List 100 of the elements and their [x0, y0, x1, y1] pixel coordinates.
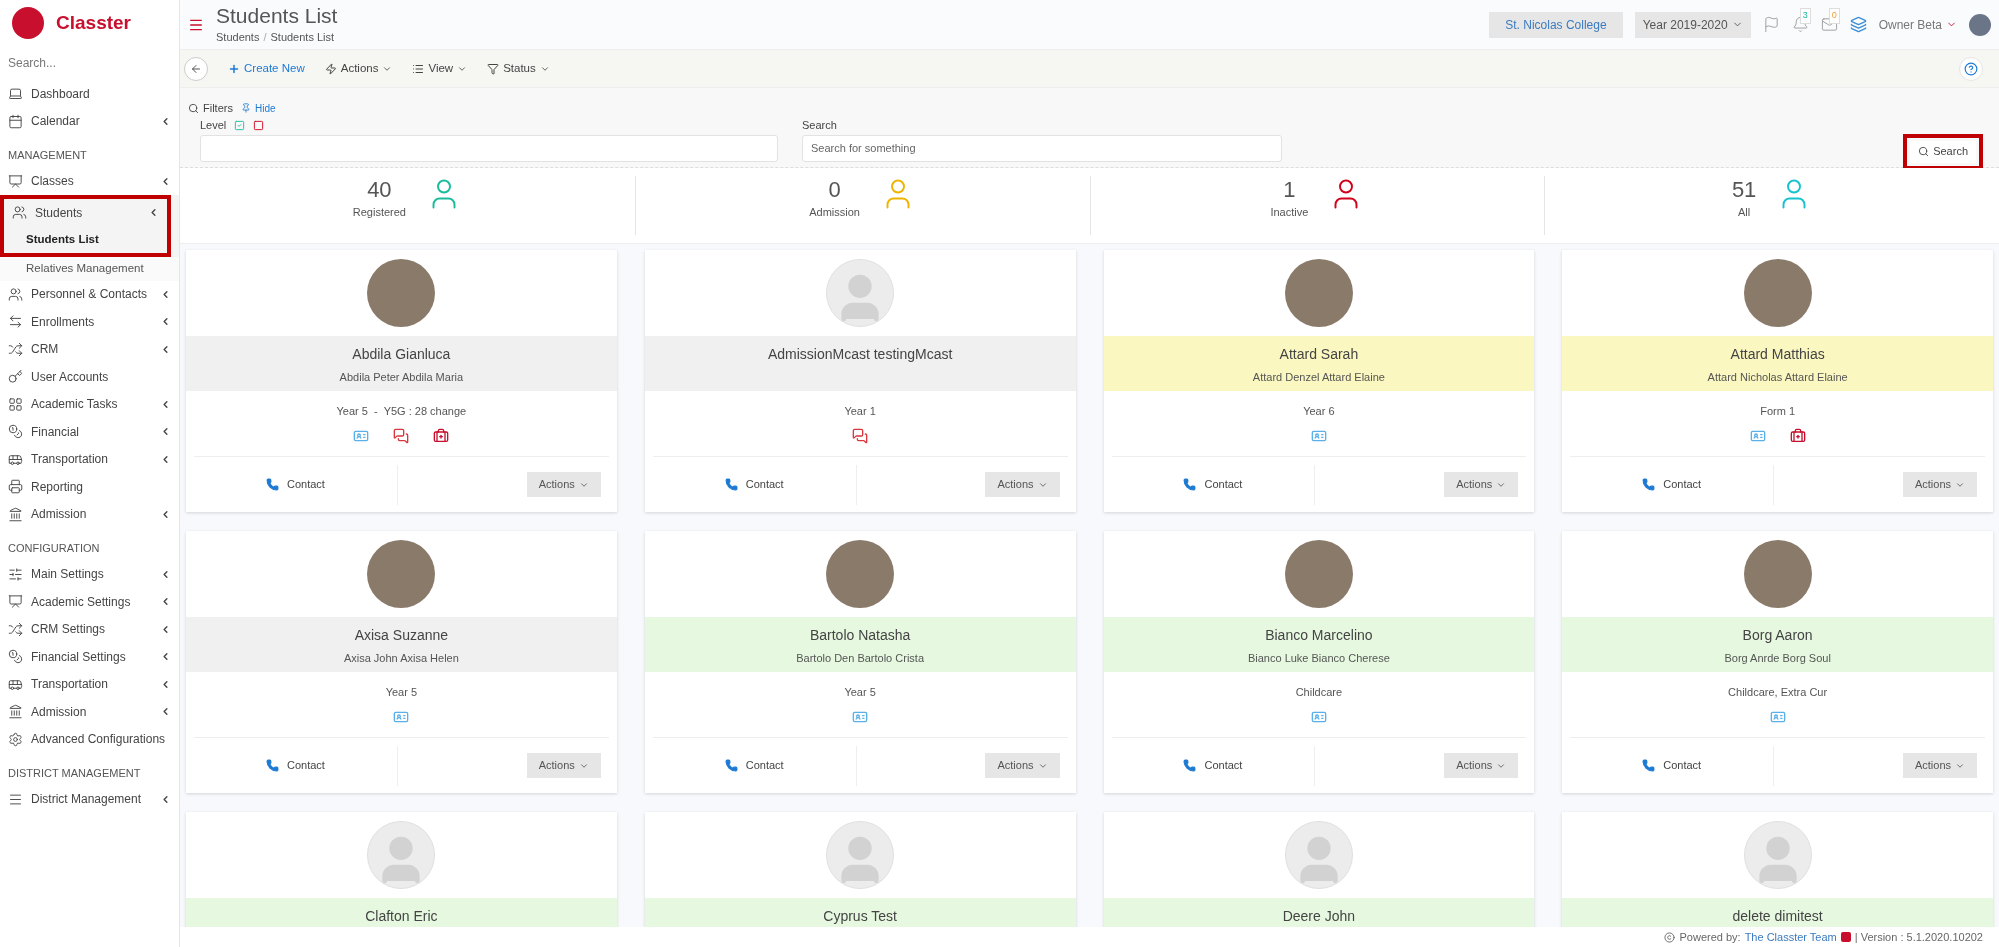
users-icon — [8, 286, 23, 302]
sidebar-subitem[interactable]: Students List — [4, 226, 167, 253]
toolbar-button[interactable]: Create New — [228, 59, 305, 78]
logo-icon — [1840, 932, 1851, 942]
toolbar-button[interactable]: View — [412, 59, 468, 78]
coins-icon — [8, 649, 23, 665]
breadcrumb-link[interactable]: Students List — [270, 29, 335, 46]
sidebar-item[interactable]: Reporting — [0, 473, 179, 501]
sidebar-item[interactable]: Dashboard — [0, 80, 179, 108]
contact-button[interactable]: Contact — [1183, 757, 1243, 774]
student-name[interactable]: Borg Aaron — [1742, 625, 1813, 646]
contact-button[interactable]: Contact — [1642, 476, 1702, 493]
class-label: Childcare, Extra Cur — [1728, 685, 1828, 701]
actions-button[interactable]: Actions — [1444, 472, 1519, 497]
bell-icon[interactable] — [1791, 16, 1809, 33]
contact-button[interactable]: Contact — [724, 757, 784, 774]
student-name[interactable]: Bianco Marcelino — [1265, 625, 1373, 646]
actions-button[interactable]: Actions — [985, 472, 1060, 497]
contact-button[interactable]: Contact — [1642, 757, 1702, 774]
section-heading: MANAGEMENT — [7, 148, 88, 163]
contact-button[interactable]: Contact — [265, 757, 325, 774]
actions-button[interactable]: Actions — [985, 753, 1060, 778]
flag-icon[interactable] — [1762, 16, 1780, 33]
message-badge: 0 — [1828, 8, 1840, 24]
breadcrumb-link[interactable]: Students — [216, 29, 260, 46]
guardian-names: Attard Denzel Attard Elaine — [1252, 370, 1385, 385]
sidebar-item[interactable]: Advanced Configurations — [0, 725, 179, 753]
sidebar-item[interactable]: Admission — [0, 500, 179, 528]
clear-icon[interactable] — [253, 120, 265, 131]
actions-button[interactable]: Actions — [1902, 472, 1977, 497]
notification-badge: 3 — [1799, 8, 1811, 24]
student-name[interactable]: Abdila Gianluca — [352, 344, 451, 365]
guardian-names: Axisa John Axisa Helen — [343, 651, 459, 666]
layers-icon[interactable] — [1849, 16, 1867, 33]
sidebar-item[interactable]: Financial — [0, 418, 179, 446]
sidebar-item[interactable]: Transportation — [0, 445, 179, 473]
chat-icon[interactable] — [393, 427, 410, 444]
stat-label: Admission — [809, 204, 860, 220]
classroom-icon — [8, 173, 23, 189]
actions-button[interactable]: Actions — [526, 753, 601, 778]
sidebar-item[interactable]: Main Settings — [0, 560, 179, 588]
phone-icon — [1183, 759, 1197, 772]
team-link[interactable]: The Classter Team — [1744, 928, 1837, 946]
student-name[interactable]: Clafton Eric — [365, 906, 438, 927]
sidebar-subitem[interactable]: Relatives Management — [0, 256, 179, 281]
sidebar-item[interactable]: Personnel & Contacts — [0, 280, 179, 308]
year-dropdown[interactable]: Year 2019-2020 — [1634, 11, 1751, 38]
toolbar-button[interactable]: Status — [487, 59, 550, 78]
search-field[interactable]: Search for something — [802, 134, 1282, 162]
student-name[interactable]: Axisa Suzanne — [354, 625, 449, 646]
avatar-placeholder[interactable] — [1969, 13, 1991, 36]
student-name[interactable]: Attard Matthias — [1730, 344, 1825, 365]
select-all-icon[interactable] — [234, 120, 246, 131]
contact-button[interactable]: Contact — [1183, 476, 1243, 493]
back-button[interactable] — [184, 56, 208, 81]
level-field[interactable] — [200, 134, 778, 162]
sidebar-item[interactable]: Transportation — [0, 670, 179, 698]
classroom-icon — [8, 594, 23, 610]
logo-icon — [12, 7, 44, 39]
search-button[interactable]: Search — [1910, 140, 1976, 163]
phone-icon — [265, 478, 279, 491]
student-name[interactable]: Deere John — [1282, 906, 1356, 927]
actions-button[interactable]: Actions — [526, 472, 601, 497]
chat-icon[interactable] — [852, 427, 869, 444]
settings-icon — [8, 731, 23, 747]
sidebar-item[interactable]: CRM — [0, 335, 179, 363]
sidebar-item[interactable]: Academic Settings — [0, 588, 179, 616]
sidebar-item[interactable]: District Management — [0, 785, 179, 813]
toolbar-button[interactable]: Actions — [324, 59, 393, 78]
contact-button[interactable]: Contact — [724, 476, 784, 493]
student-name[interactable]: Bartolo Natasha — [809, 625, 911, 646]
actions-button[interactable]: Actions — [1902, 753, 1977, 778]
contact-button[interactable]: Contact — [265, 476, 325, 493]
sidebar-item[interactable]: Classes — [0, 167, 179, 195]
search-field[interactable]: Search... — [8, 50, 171, 76]
hide-link[interactable]: Hide — [240, 100, 276, 116]
user-menu[interactable]: Owner Beta — [1878, 15, 1957, 34]
student-name[interactable]: Cyprus Test — [823, 906, 897, 927]
medical-kit-icon[interactable] — [1789, 427, 1806, 444]
sidebar-item[interactable]: Students — [4, 199, 167, 227]
mail-icon[interactable] — [1820, 16, 1838, 33]
class-label: Form 1 — [1760, 404, 1796, 420]
sidebar-item[interactable]: CRM Settings — [0, 615, 179, 643]
sidebar-item[interactable]: Enrollments — [0, 308, 179, 336]
student-name[interactable]: AdmissionMcast testingMcast — [767, 344, 953, 365]
phone-icon — [1642, 759, 1656, 772]
sidebar-item[interactable]: User Accounts — [0, 363, 179, 391]
medical-kit-icon[interactable] — [433, 427, 450, 444]
actions-button[interactable]: Actions — [1444, 753, 1519, 778]
school-button[interactable]: St. Nicolas College — [1489, 11, 1623, 38]
sidebar-item[interactable]: Academic Tasks — [0, 390, 179, 418]
bank-icon — [8, 704, 23, 720]
guardian-names: Abdila Peter Abdila Maria — [339, 370, 464, 385]
student-name[interactable]: Attard Sarah — [1279, 344, 1359, 365]
sidebar-item[interactable]: Financial Settings — [0, 643, 179, 671]
phone-icon — [1642, 478, 1656, 491]
sidebar-item[interactable]: Admission — [0, 698, 179, 726]
sidebar-item[interactable]: Calendar — [0, 107, 179, 135]
student-name[interactable]: delete dimitest — [1732, 906, 1823, 927]
help-button[interactable] — [1959, 56, 1983, 81]
